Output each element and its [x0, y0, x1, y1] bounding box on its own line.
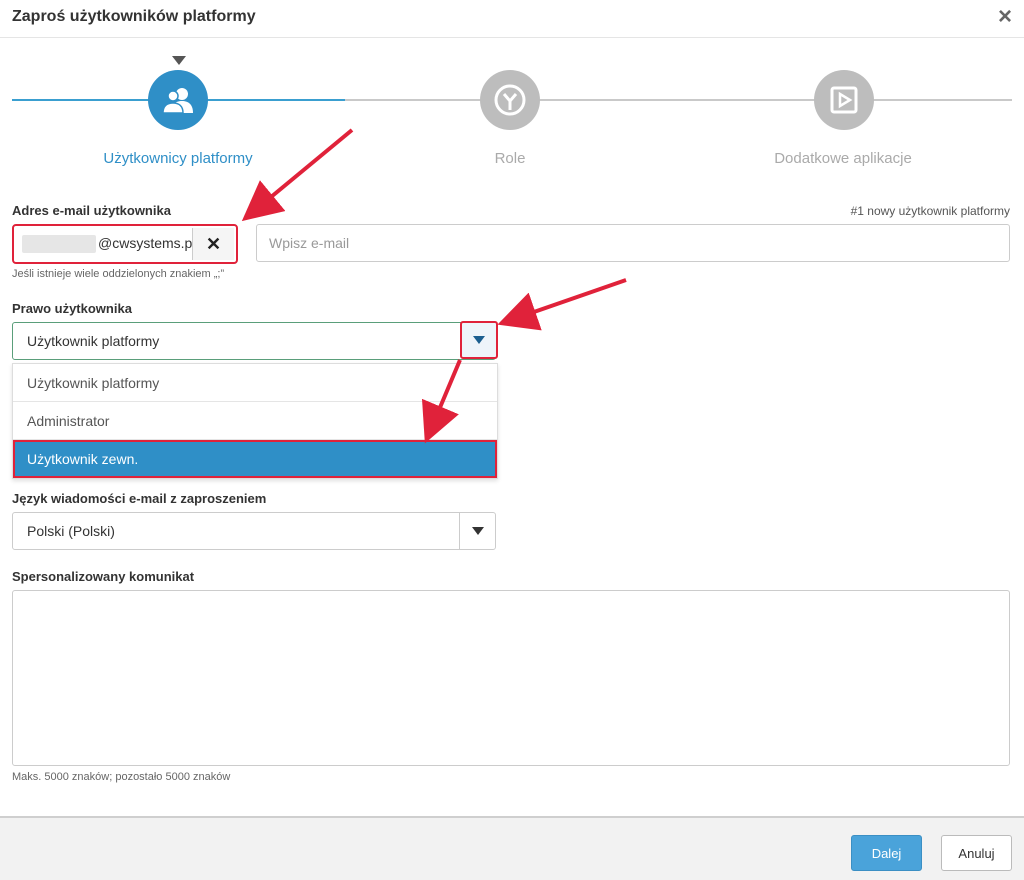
language-select[interactable]: Polski (Polski)	[12, 512, 496, 550]
apps-icon	[830, 86, 858, 114]
users-icon	[162, 88, 193, 114]
annotation-arrow-rights	[497, 278, 627, 331]
step-apps[interactable]	[814, 70, 874, 130]
email-label: Adres e-mail użytkownika	[12, 203, 171, 218]
rights-selected-value: Użytkownik platformy	[27, 333, 160, 349]
message-label: Spersonalizowany komunikat	[12, 569, 195, 584]
close-icon: ✕	[205, 233, 222, 254]
current-step-pointer-icon	[172, 56, 186, 65]
step-apps-label[interactable]: Dodatkowe aplikacje	[713, 150, 973, 167]
close-icon[interactable]: ×	[998, 5, 1012, 29]
message-char-hint: Maks. 5000 znaków; pozostało 5000 znaków	[12, 771, 231, 783]
email-tag-domain: @cwsystems.pl	[98, 235, 196, 251]
email-hint: Jeśli istnieje wiele oddzielonych znakie…	[12, 268, 225, 280]
rights-label: Prawo użytkownika	[12, 301, 132, 316]
role-icon	[494, 84, 526, 116]
chevron-down-icon	[471, 527, 484, 535]
language-label: Język wiadomości e-mail z zaproszeniem	[12, 491, 267, 506]
rights-dropdown-menu: Użytkownik platformy Administrator Użytk…	[12, 363, 498, 479]
redacted-email-user	[22, 235, 96, 253]
remove-email-button[interactable]: ✕	[192, 228, 234, 260]
language-dropdown-toggle[interactable]	[459, 513, 495, 549]
dialog-title: Zaproś użytkowników platformy	[12, 8, 256, 25]
rights-option-platform-user[interactable]: Użytkownik platformy	[13, 364, 497, 402]
new-user-counter: #1 nowy użytkownik platformy	[850, 204, 1010, 218]
language-selected-value: Polski (Polski)	[27, 523, 115, 539]
email-input[interactable]	[256, 224, 1010, 262]
step-users-label[interactable]: Użytkownicy platformy	[48, 150, 308, 167]
rights-select[interactable]: Użytkownik platformy	[12, 321, 498, 360]
email-tag: @cwsystems.pl ✕	[12, 224, 238, 264]
wizard-stepper: Użytkownicy platformy Role Dodatkowe apl…	[0, 50, 1024, 180]
step-users[interactable]	[148, 70, 208, 130]
message-textarea[interactable]	[12, 590, 1010, 766]
next-button[interactable]: Dalej	[851, 835, 922, 871]
rights-option-external-user[interactable]: Użytkownik zewn.	[13, 440, 497, 478]
invite-dialog: Zaproś użytkowników platformy × Użytkown…	[0, 0, 1024, 880]
step-roles-label[interactable]: Role	[380, 150, 640, 167]
stepper-remaining-line	[345, 99, 1012, 101]
step-roles[interactable]	[480, 70, 540, 130]
cancel-button[interactable]: Anuluj	[941, 835, 1012, 871]
chevron-down-icon	[473, 336, 485, 344]
dialog-footer: Dalej Anuluj	[0, 816, 1024, 880]
rights-dropdown-toggle[interactable]	[460, 321, 498, 359]
dialog-header: Zaproś użytkowników platformy ×	[0, 0, 1024, 38]
rights-option-administrator[interactable]: Administrator	[13, 402, 497, 440]
